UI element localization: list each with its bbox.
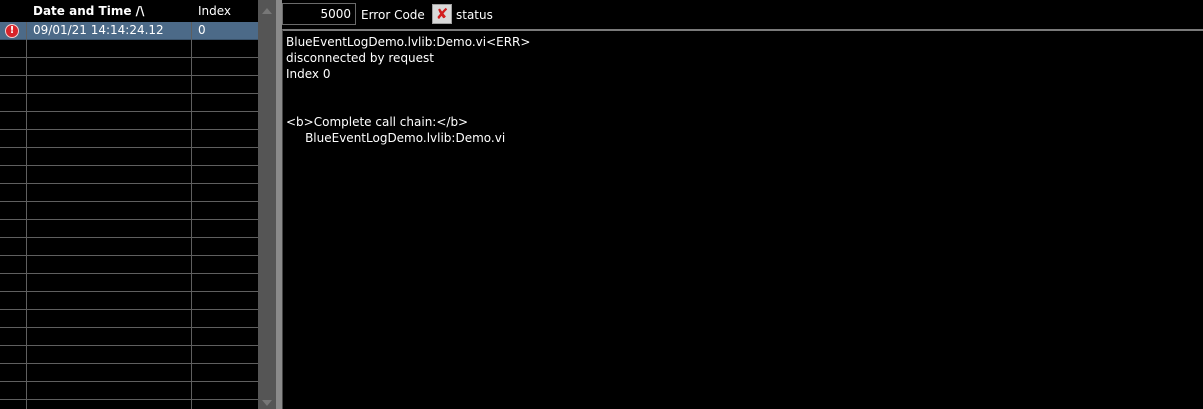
table-header: Date and Time /\ Index bbox=[0, 0, 258, 22]
table-row-empty[interactable] bbox=[0, 76, 258, 94]
table-row-empty[interactable] bbox=[0, 220, 258, 238]
table-row-empty[interactable] bbox=[0, 364, 258, 382]
source-text-line: Index 0 bbox=[286, 67, 331, 81]
column-divider bbox=[191, 22, 192, 409]
cell-index: 0 bbox=[198, 23, 206, 37]
table-vertical-scrollbar[interactable] bbox=[258, 0, 276, 409]
table-row-empty[interactable] bbox=[0, 40, 258, 58]
table-row-empty[interactable] bbox=[0, 238, 258, 256]
table-rows: ! 09/01/21 14:14:24.12 0 bbox=[0, 22, 258, 400]
column-divider bbox=[26, 22, 27, 409]
error-source-text[interactable]: BlueEventLogDemo.lvlib:Demo.vi<ERR> disco… bbox=[282, 29, 1203, 409]
table-row-empty[interactable] bbox=[0, 346, 258, 364]
table-row-empty[interactable] bbox=[0, 256, 258, 274]
table-row-empty[interactable] bbox=[0, 328, 258, 346]
cell-date-time: 09/01/21 14:14:24.12 bbox=[33, 23, 164, 37]
table-row-empty[interactable] bbox=[0, 166, 258, 184]
error-code-label: Error Code bbox=[361, 8, 425, 22]
table-row-empty[interactable] bbox=[0, 184, 258, 202]
table-row-empty[interactable] bbox=[0, 382, 258, 400]
scroll-down-arrow-icon[interactable] bbox=[262, 400, 272, 406]
table-row-empty[interactable] bbox=[0, 274, 258, 292]
table-row-empty[interactable] bbox=[0, 310, 258, 328]
error-detail-panel: 5000 Error Code ✘ status BlueEventLogDem… bbox=[282, 0, 1203, 409]
row-icon-cell: ! bbox=[0, 22, 26, 40]
source-text-line: BlueEventLogDemo.lvlib:Demo.vi bbox=[286, 131, 506, 145]
table-row-empty[interactable] bbox=[0, 202, 258, 220]
column-header-date-time[interactable]: Date and Time /\ bbox=[33, 0, 144, 22]
source-text-line: <b>Complete call chain:</b> bbox=[286, 115, 469, 129]
column-header-index[interactable]: Index bbox=[198, 0, 231, 22]
table-row-empty[interactable] bbox=[0, 58, 258, 76]
status-label: status bbox=[456, 8, 493, 22]
error-cluster-header: 5000 Error Code ✘ status bbox=[282, 0, 1203, 29]
table-row-empty[interactable] bbox=[0, 292, 258, 310]
red-x-icon: ✘ bbox=[435, 5, 449, 23]
error-code-field[interactable]: 5000 bbox=[282, 3, 356, 25]
table-row-empty[interactable] bbox=[0, 148, 258, 166]
status-indicator[interactable]: ✘ bbox=[432, 4, 452, 24]
error-icon: ! bbox=[5, 24, 19, 38]
table-row[interactable]: ! 09/01/21 14:14:24.12 0 bbox=[0, 22, 258, 40]
table-row-empty[interactable] bbox=[0, 130, 258, 148]
event-log-table[interactable]: Date and Time /\ Index ! 09/01/21 14:14:2… bbox=[0, 0, 258, 409]
table-row-empty[interactable] bbox=[0, 112, 258, 130]
source-text-line: BlueEventLogDemo.lvlib:Demo.vi<ERR> bbox=[286, 35, 531, 49]
scroll-up-arrow-icon[interactable] bbox=[262, 8, 272, 14]
source-text-line: disconnected by request bbox=[286, 51, 435, 65]
table-row-empty[interactable] bbox=[0, 94, 258, 112]
event-log-window: Date and Time /\ Index ! 09/01/21 14:14:2… bbox=[0, 0, 1203, 409]
